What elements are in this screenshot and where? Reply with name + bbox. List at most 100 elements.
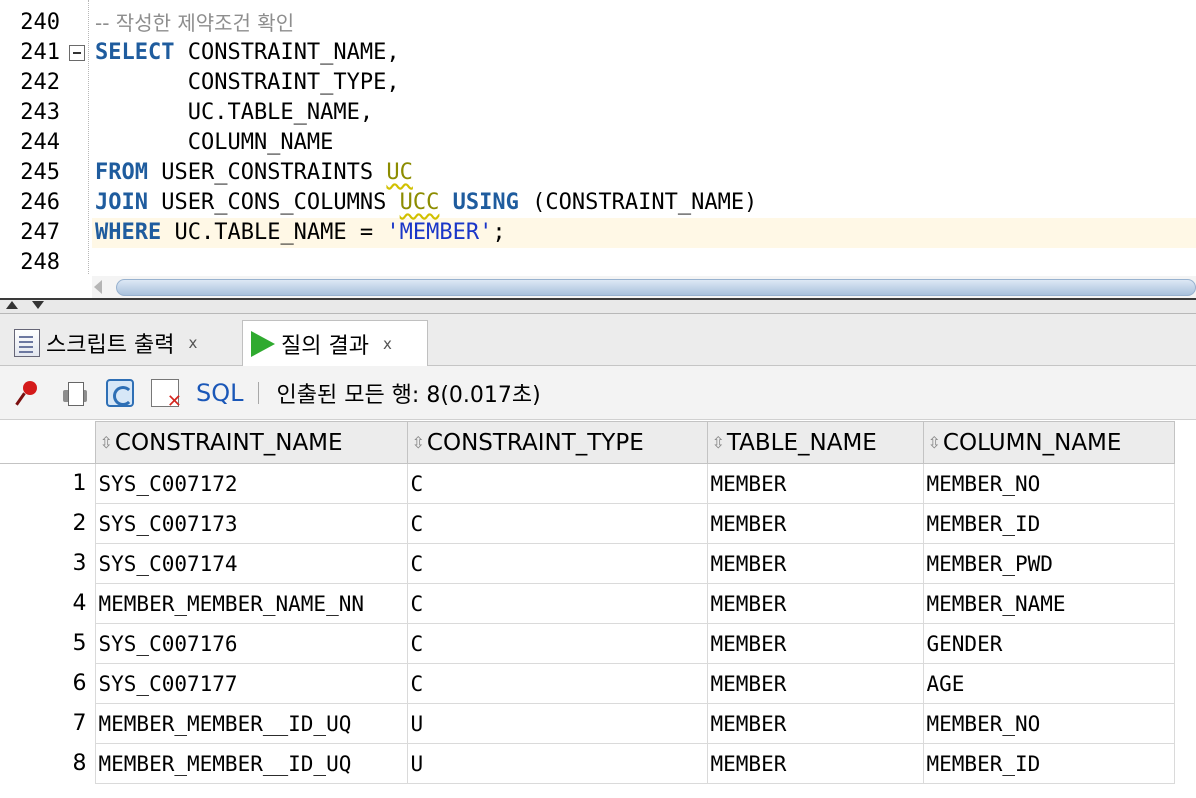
run-icon [251, 330, 275, 357]
table-cell[interactable]: C [406, 503, 708, 544]
column-header[interactable]: ⇳CONSTRAINT_TYPE [406, 421, 708, 464]
refresh-icon[interactable] [106, 378, 134, 407]
table-cell[interactable]: MEMBER_NO [922, 703, 1175, 744]
table-cell[interactable]: MEMBER [706, 583, 924, 624]
keyword: FROM [95, 160, 148, 185]
header-row: ⇳CONSTRAINT_NAME ⇳CONSTRAINT_TYPE ⇳TABLE… [0, 421, 1175, 464]
row-number: 6 [72, 671, 87, 696]
table-cell[interactable]: MEMBER [706, 623, 924, 664]
table-row[interactable]: 4 MEMBER_MEMBER_NAME_NN C MEMBER MEMBER_… [0, 583, 1175, 624]
collapse-icon[interactable] [69, 45, 85, 61]
table-cell[interactable]: SYS_C007173 [94, 503, 408, 544]
string-literal: 'MEMBER' [386, 220, 493, 245]
close-icon[interactable]: x [188, 334, 197, 352]
fetch-status: 인출된 모든 행: 8(0.017초) [276, 382, 541, 408]
sort-icon[interactable]: ⇳ [412, 433, 425, 452]
table-cell[interactable]: MEMBER [706, 543, 924, 584]
pin-icon[interactable] [16, 379, 44, 407]
line-number: 246 [20, 190, 60, 215]
table-cell[interactable]: MEMBER [706, 503, 924, 544]
table-cell[interactable]: SYS_C007177 [94, 663, 408, 704]
table-cell[interactable]: MEMBER [706, 703, 924, 744]
table-cell[interactable]: MEMBER_MEMBER__ID_UQ [94, 743, 408, 784]
code-line-241: SELECT CONSTRAINT_NAME, [95, 38, 400, 68]
table-cell[interactable]: C [406, 463, 708, 504]
table-cell[interactable]: MEMBER [706, 463, 924, 504]
result-toolbar: SQL 인출된 모든 행: 8(0.017초) [0, 366, 1196, 420]
line-number: 245 [20, 160, 60, 185]
table-alias: UC [386, 160, 413, 185]
code-line-245: FROM USER_CONSTRAINTS UC [95, 158, 413, 188]
code-text: USER_CONSTRAINTS [147, 160, 387, 185]
table-cell[interactable]: MEMBER [706, 743, 924, 784]
table-row[interactable]: 7 MEMBER_MEMBER__ID_UQ U MEMBER MEMBER_N… [0, 703, 1175, 744]
line-number: 244 [20, 130, 60, 155]
table-cell[interactable]: SYS_C007172 [94, 463, 408, 504]
table-cell[interactable]: U [406, 703, 708, 744]
table-cell[interactable]: MEMBER_ID [922, 743, 1175, 784]
sql-button[interactable]: SQL [196, 379, 244, 407]
line-number: 240 [20, 10, 60, 35]
keyword: USING [452, 190, 519, 215]
row-number: 8 [72, 751, 87, 776]
code-line-242: CONSTRAINT_TYPE, [95, 70, 400, 95]
code-text: (CONSTRAINT_NAME) [518, 190, 758, 215]
column-header-label: TABLE_NAME [726, 429, 877, 456]
code-text: USER_CONS_COLUMNS [147, 190, 400, 215]
print-icon[interactable] [61, 379, 89, 407]
column-header[interactable]: ⇳TABLE_NAME [706, 421, 924, 464]
cancel-fetch-icon[interactable] [151, 378, 182, 412]
sort-icon[interactable]: ⇳ [928, 433, 941, 452]
row-number: 4 [72, 591, 87, 616]
line-number: 242 [20, 70, 60, 95]
fold-guide [88, 0, 89, 274]
row-number: 7 [72, 711, 87, 736]
table-cell[interactable]: MEMBER_MEMBER_NAME_NN [94, 583, 408, 624]
tab-label: 질의 결과 [281, 333, 369, 359]
tab-query-result[interactable]: 질의 결과 x [242, 320, 428, 366]
column-header[interactable]: ⇳CONSTRAINT_NAME [94, 421, 408, 464]
table-cell[interactable]: C [406, 543, 708, 584]
sort-icon[interactable]: ⇳ [100, 433, 113, 452]
table-cell[interactable]: GENDER [922, 623, 1175, 664]
tab-script-output[interactable]: 스크립트 출력 x [8, 320, 240, 366]
table-cell[interactable]: MEMBER_MEMBER__ID_UQ [94, 703, 408, 744]
row-number: 2 [72, 511, 87, 536]
collapse-up-icon[interactable] [6, 301, 18, 309]
column-header[interactable]: ⇳COLUMN_NAME [922, 421, 1175, 464]
table-cell[interactable]: U [406, 743, 708, 784]
table-row[interactable]: 2 SYS_C007173 C MEMBER MEMBER_ID [0, 503, 1175, 544]
close-icon[interactable]: x [383, 335, 392, 353]
table-cell[interactable]: MEMBER_NAME [922, 583, 1175, 624]
table-cell[interactable]: MEMBER_PWD [922, 543, 1175, 584]
row-number-header [0, 421, 95, 464]
scrollbar-thumb[interactable] [116, 279, 1196, 296]
table-cell[interactable]: SYS_C007176 [94, 623, 408, 664]
result-grid[interactable]: ⇳CONSTRAINT_NAME ⇳CONSTRAINT_TYPE ⇳TABLE… [0, 421, 1196, 798]
table-cell[interactable]: C [406, 583, 708, 624]
panel-splitter[interactable] [0, 298, 1196, 314]
table-cell[interactable]: MEMBER [706, 663, 924, 704]
code-line-243: UC.TABLE_NAME, [95, 100, 374, 125]
code-line-246: JOIN USER_CONS_COLUMNS UCC USING (CONSTR… [95, 188, 757, 218]
line-number: 248 [20, 250, 60, 275]
table-cell[interactable]: C [406, 623, 708, 664]
sql-editor[interactable]: 239 240 241 242 243 244 245 246 247 248 … [0, 0, 1196, 298]
table-cell[interactable]: AGE [922, 663, 1175, 704]
table-row[interactable]: 1 SYS_C007172 C MEMBER MEMBER_NO [0, 463, 1175, 504]
table-row[interactable]: 5 SYS_C007176 C MEMBER GENDER [0, 623, 1175, 664]
keyword: SELECT [95, 40, 175, 65]
table-cell[interactable]: MEMBER_ID [922, 503, 1175, 544]
table-cell[interactable]: MEMBER_NO [922, 463, 1175, 504]
scroll-left-icon[interactable] [94, 280, 102, 294]
column-header-label: COLUMN_NAME [942, 429, 1122, 456]
table-cell[interactable]: SYS_C007174 [94, 543, 408, 584]
table-row[interactable]: 8 MEMBER_MEMBER__ID_UQ U MEMBER MEMBER_I… [0, 743, 1175, 784]
table-cell[interactable]: C [406, 663, 708, 704]
expand-down-icon[interactable] [32, 301, 44, 309]
horizontal-scrollbar[interactable] [92, 276, 1196, 298]
sort-icon[interactable]: ⇳ [712, 433, 725, 452]
table-row[interactable]: 3 SYS_C007174 C MEMBER MEMBER_PWD [0, 543, 1175, 584]
line-number: 239 [0, 0, 60, 8]
table-row[interactable]: 6 SYS_C007177 C MEMBER AGE [0, 663, 1175, 704]
